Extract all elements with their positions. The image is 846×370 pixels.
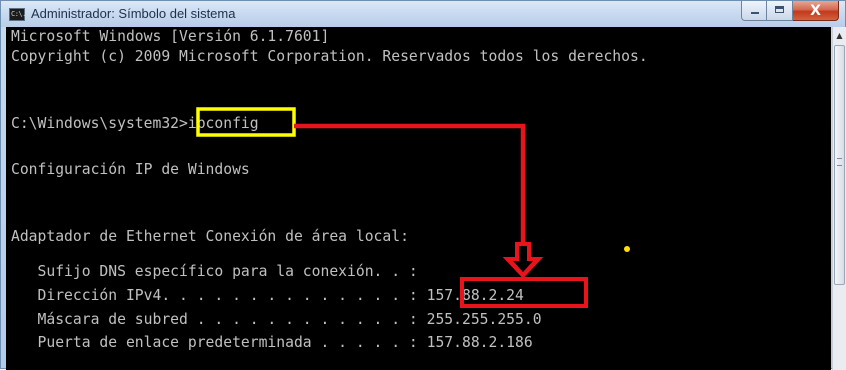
vertical-scrollbar[interactable]: ▲ [832,27,846,370]
cmd-window: C:\. Administrador: Símbolo del sistema … [0,0,846,370]
console-line: Configuración IP de Windows [11,161,250,178]
console-output[interactable]: Microsoft Windows [Versión 6.1.7601] Cop… [6,27,831,370]
cmd-icon[interactable]: C:\. [9,8,26,21]
close-button[interactable]: X [793,1,839,21]
console-line: Microsoft Windows [Versión 6.1.7601] [11,28,330,45]
console-line: Máscara de subred . . . . . . . . . . . … [11,311,542,328]
maximize-button[interactable] [767,1,793,21]
maximize-icon [775,6,784,13]
minimize-icon [751,12,759,14]
close-icon: X [810,3,821,19]
window-title: Administrador: Símbolo del sistema [31,6,236,21]
minimize-button[interactable] [741,1,767,21]
console-line: Puerta de enlace predeterminada . . . . … [11,334,533,351]
console-line: C:\Windows\system32>ipconfig [11,115,259,132]
console-line: Sufijo DNS específico para la conexión. … [11,263,418,280]
scroll-thumb[interactable] [834,45,845,285]
scroll-up-arrow-icon[interactable]: ▲ [833,27,846,44]
console-line: Copyright (c) 2009 Microsoft Corporation… [11,48,648,65]
cmd-icon-label: C:\. [11,10,26,18]
console-line: Dirección IPv4. . . . . . . . . . . . . … [11,287,524,304]
console-line: Adaptador de Ethernet Conexión de área l… [11,228,409,245]
scroll-grip-icon [837,158,842,166]
title-bar[interactable]: C:\. Administrador: Símbolo del sistema … [1,1,845,27]
